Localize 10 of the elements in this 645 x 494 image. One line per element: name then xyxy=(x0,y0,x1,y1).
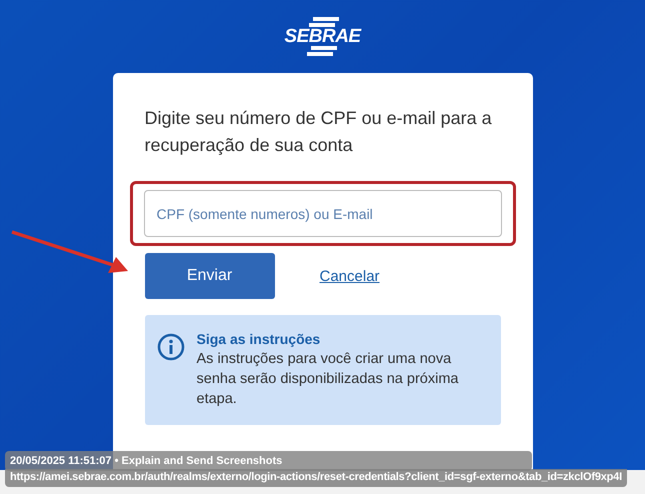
info-title: Siga as instruções xyxy=(196,331,322,347)
submit-button[interactable]: Enviar xyxy=(144,253,274,299)
cancel-link[interactable]: Cancelar xyxy=(320,268,380,284)
input-field[interactable]: CPF (somente numeros) ou E-mail xyxy=(144,190,502,237)
info-icon xyxy=(156,333,184,361)
form-title: Digite seu número de CPF ou e-mail para a recuperação de sua conta xyxy=(144,107,493,157)
logo-text: SEBRAE xyxy=(284,28,361,45)
screenshot-caption: 20/05/2025 11:51:07 • Explain and Send Screenshots xyxy=(10,455,282,467)
info-text: As instruções para você criar uma nova senha serão disponibilizadas na próxima etapa. xyxy=(196,350,460,409)
url-text: https://amei.sebrae.com.br/auth/realms/externo/login-actions/reset-credentials?client_id=sgf-externo&tab_id=zkclOf9xp4I xyxy=(10,471,622,483)
